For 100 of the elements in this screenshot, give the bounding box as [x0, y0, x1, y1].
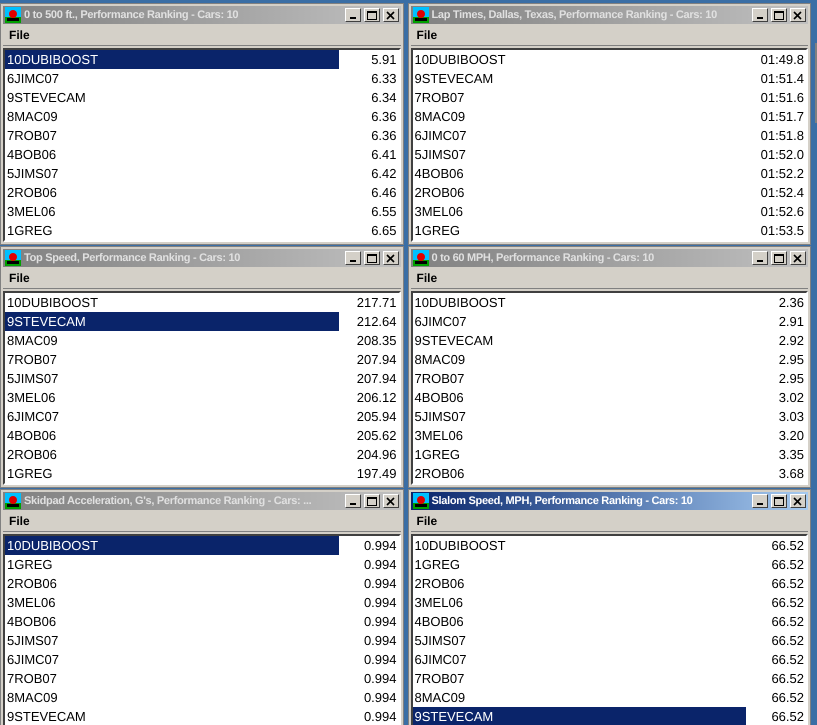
car-name[interactable]: 2ROB06	[412, 183, 746, 202]
car-name[interactable]: 3MEL06	[5, 202, 338, 221]
ranking-value: 01:51.8	[760, 126, 805, 145]
close-icon	[386, 254, 396, 262]
car-name[interactable]: 10DUBIBOOST	[5, 50, 338, 69]
car-name[interactable]: 8MAC09	[412, 107, 746, 126]
car-name[interactable]: 3MEL06	[412, 426, 746, 445]
car-name[interactable]: 4BOB06	[412, 164, 746, 183]
minimize-button[interactable]	[752, 8, 768, 22]
car-name[interactable]: 6JIMC07	[412, 650, 746, 669]
car-name[interactable]: 9STEVECAM	[412, 707, 746, 725]
car-name[interactable]: 8MAC09	[412, 688, 746, 707]
car-name[interactable]: 7ROB07	[5, 350, 338, 369]
menu-item[interactable]: File	[410, 512, 444, 530]
car-name[interactable]: 10DUBIBOOST	[5, 536, 338, 555]
menu-item[interactable]: File	[3, 512, 36, 530]
car-name[interactable]: 9STEVECAM	[412, 69, 746, 88]
car-name[interactable]: 1GREG	[412, 221, 746, 240]
menu-item[interactable]: File	[3, 268, 36, 286]
close-button[interactable]	[382, 8, 398, 22]
ranking-value: 6.41	[370, 146, 398, 164]
close-icon	[386, 496, 396, 506]
ranking-value: 66.52	[770, 612, 805, 631]
car-name[interactable]: 5JIMS07	[412, 145, 746, 164]
car-name[interactable]: 5JIMS07	[412, 407, 746, 426]
ranking-value: 197.49	[356, 464, 398, 483]
minimize-button[interactable]	[344, 8, 360, 22]
car-name[interactable]: 7ROB07	[412, 669, 746, 688]
car-name[interactable]: 10DUBIBOOST	[5, 293, 338, 312]
ranking-value: 207.94	[356, 350, 398, 369]
car-name[interactable]: 8MAC09	[5, 688, 338, 707]
car-name[interactable]: 6JIMC07	[5, 69, 338, 88]
car-name[interactable]: 10DUBIBOOST	[412, 50, 746, 69]
car-name[interactable]: 2ROB06	[412, 464, 746, 483]
car-name[interactable]: 1GREG	[412, 445, 746, 464]
ranking-value: 6.55	[370, 202, 398, 221]
car-name[interactable]: 3MEL06	[5, 593, 338, 612]
close-button[interactable]	[790, 8, 806, 22]
car-name[interactable]: 6JIMC07	[5, 650, 338, 669]
maximize-button[interactable]	[364, 494, 380, 508]
car-name[interactable]: 4BOB06	[412, 388, 746, 407]
car-name[interactable]: 5JIMS07	[5, 164, 338, 183]
car-name[interactable]: 8MAC09	[5, 331, 338, 350]
ranking-value: 208.35	[356, 332, 398, 350]
car-name[interactable]: 1GREG	[5, 555, 338, 574]
car-name[interactable]: 7ROB07	[5, 126, 338, 145]
maximize-button[interactable]	[364, 251, 380, 265]
menu-item[interactable]: File	[3, 26, 36, 44]
ranking-value: 0.994	[362, 594, 398, 612]
car-name[interactable]: 4BOB06	[5, 426, 338, 445]
car-name[interactable]: 5JIMS07	[5, 369, 338, 388]
car-name[interactable]: 5JIMS07	[5, 631, 338, 650]
car-name[interactable]: 6JIMC07	[412, 126, 746, 145]
car-name[interactable]: 7ROB07	[412, 369, 746, 388]
ranking-value: 01:51.6	[760, 88, 805, 107]
minimize-icon	[757, 17, 763, 19]
car-name[interactable]: 3MEL06	[412, 202, 746, 221]
car-name[interactable]: 4BOB06	[412, 612, 746, 631]
car-name[interactable]: 9STEVECAM	[5, 707, 338, 725]
close-button[interactable]	[382, 494, 398, 508]
car-name[interactable]: 7ROB07	[412, 88, 746, 107]
ranking-value: 3.02	[778, 388, 805, 407]
car-name[interactable]: 1GREG	[412, 555, 746, 574]
close-icon	[386, 10, 396, 20]
car-name[interactable]: 6JIMC07	[412, 312, 746, 331]
car-name[interactable]: 9STEVECAM	[5, 88, 338, 107]
car-name[interactable]: 8MAC09	[412, 350, 746, 369]
menu-item[interactable]: File	[410, 268, 444, 286]
maximize-button[interactable]	[771, 251, 787, 265]
car-name[interactable]: 6JIMC07	[5, 407, 338, 426]
car-name[interactable]: 7ROB07	[5, 669, 338, 688]
car-name[interactable]: 5JIMS07	[412, 631, 746, 650]
car-name[interactable]: 4BOB06	[5, 145, 338, 164]
car-name[interactable]: 10DUBIBOOST	[412, 293, 746, 312]
car-name[interactable]: 9STEVECAM	[5, 312, 338, 331]
car-name[interactable]: 3MEL06	[5, 388, 338, 407]
minimize-button[interactable]	[752, 494, 768, 508]
app-icon	[5, 7, 21, 23]
minimize-button[interactable]	[752, 251, 768, 265]
maximize-button[interactable]	[364, 8, 380, 22]
car-name[interactable]: 10DUBIBOOST	[412, 536, 746, 555]
car-name[interactable]: 3MEL06	[412, 593, 746, 612]
close-button[interactable]	[382, 251, 398, 265]
close-button[interactable]	[790, 494, 806, 508]
minimize-button[interactable]	[344, 251, 360, 265]
maximize-button[interactable]	[771, 8, 787, 22]
car-name[interactable]: 1GREG	[5, 464, 338, 483]
close-button[interactable]	[790, 251, 806, 265]
car-name[interactable]: 2ROB06	[5, 574, 338, 593]
car-name[interactable]: 2ROB06	[412, 574, 746, 593]
minimize-button[interactable]	[344, 494, 360, 508]
window-title: Top Speed, Performance Ranking - Cars: 10	[24, 250, 242, 266]
car-name[interactable]: 9STEVECAM	[412, 331, 746, 350]
car-name[interactable]: 2ROB06	[5, 445, 338, 464]
car-name[interactable]: 1GREG	[5, 221, 338, 240]
car-name[interactable]: 4BOB06	[5, 612, 338, 631]
car-name[interactable]: 2ROB06	[5, 183, 338, 202]
car-name[interactable]: 8MAC09	[5, 107, 338, 126]
menu-item[interactable]: File	[410, 26, 444, 44]
maximize-button[interactable]	[771, 494, 787, 508]
